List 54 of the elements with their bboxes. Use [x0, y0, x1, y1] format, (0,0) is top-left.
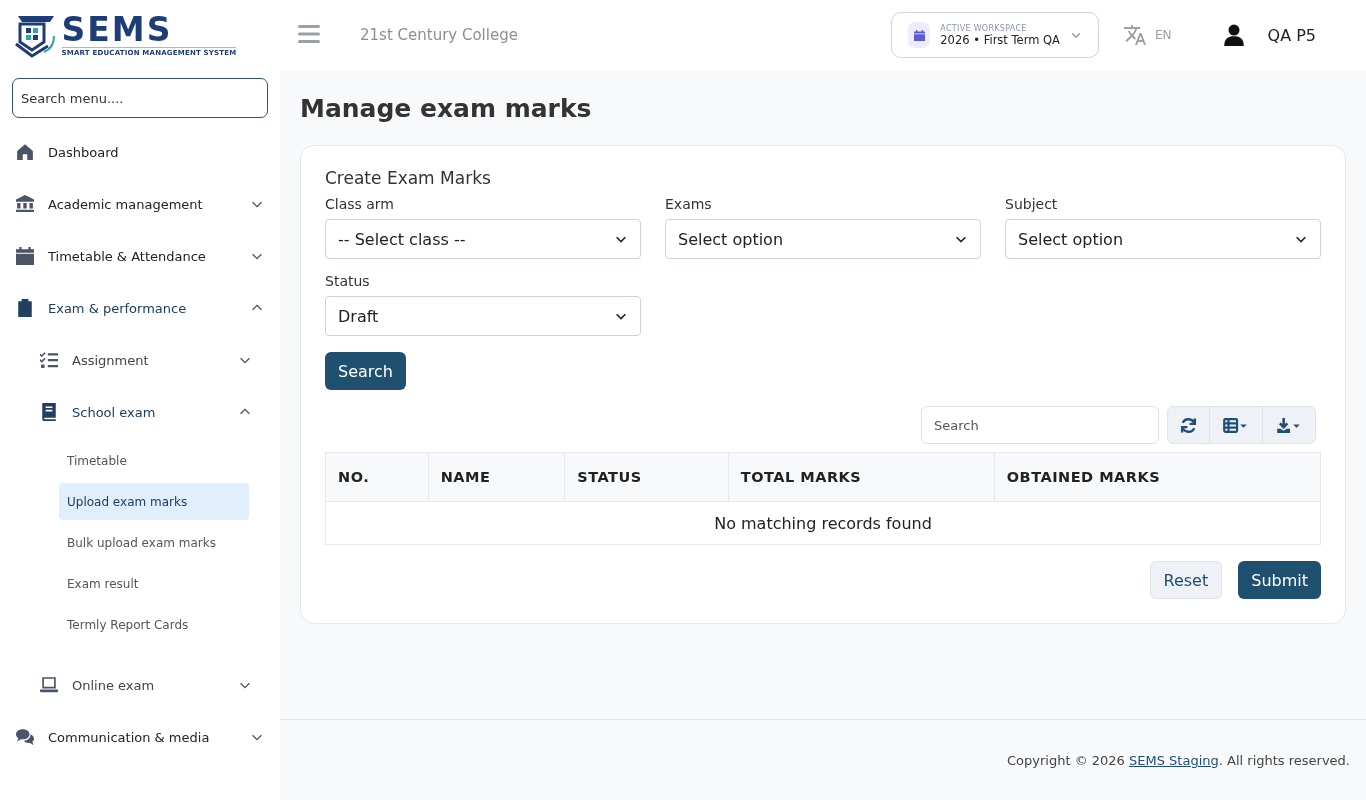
sidebar-item[interactable]: Online exam	[12, 659, 268, 711]
user-menu[interactable]: QA P5	[1223, 24, 1316, 46]
book-icon	[40, 403, 58, 421]
checklist-icon	[40, 351, 58, 369]
menu-search-field[interactable]: Search menu....	[12, 78, 268, 118]
sidebar-item[interactable]: Timetable & Attendance	[12, 230, 268, 282]
sidebar-item[interactable]: Assignment	[12, 334, 268, 386]
calendar-icon	[908, 22, 931, 48]
footer-link[interactable]: SEMS Staging	[1129, 752, 1219, 768]
column-header[interactable]: OBTAINED MARKS	[994, 452, 1321, 502]
sidebar-subitem[interactable]: Upload exam marks	[59, 483, 249, 520]
sidebar-item[interactable]: Academic management	[12, 178, 268, 230]
user-icon	[1223, 24, 1244, 46]
empty-table-message: No matching records found	[325, 501, 1321, 545]
search-button[interactable]: Search	[325, 352, 406, 390]
select-field[interactable]: Select option	[665, 219, 981, 259]
laptop-icon	[40, 676, 58, 694]
column-header[interactable]: STATUS	[564, 452, 729, 502]
table-icon	[1222, 417, 1250, 433]
clipboard-icon	[16, 299, 34, 317]
chat-icon	[16, 728, 34, 746]
page-title: Manage exam marks	[300, 94, 593, 123]
house-icon	[16, 143, 34, 161]
sidebar-subitem[interactable]: Timetable	[59, 442, 249, 479]
field-label: Subject	[1005, 196, 1059, 212]
submit-button[interactable]: Submit	[1238, 561, 1321, 599]
sidebar-item[interactable]: Exam & performance	[12, 282, 268, 334]
select-field[interactable]: Select option	[1005, 219, 1321, 259]
select-field[interactable]: Draft	[325, 296, 641, 336]
field-label: Status	[325, 273, 371, 289]
download-icon	[1275, 417, 1303, 433]
field-label: Exams	[665, 196, 713, 212]
reset-button[interactable]: Reset	[1149, 561, 1223, 599]
select-field[interactable]: -- Select class --	[325, 219, 641, 259]
sidebar-subitem[interactable]: Exam result	[59, 565, 249, 602]
sidebar-item[interactable]: Communication & media	[12, 711, 268, 763]
card-title: Create Exam Marks	[325, 168, 492, 188]
sidebar-subitem[interactable]: Termly Report Cards	[59, 606, 249, 643]
refresh-icon	[1180, 416, 1197, 434]
translate-icon	[1123, 23, 1147, 47]
table-search-field[interactable]: Search	[921, 406, 1159, 444]
field-label: Class arm	[325, 196, 395, 212]
column-header[interactable]: NAME	[428, 452, 565, 502]
school-name: 21st Century College	[360, 26, 518, 44]
bank-icon	[16, 195, 34, 213]
column-header[interactable]: TOTAL MARKS	[728, 452, 995, 502]
sidebar-item[interactable]: School exam	[12, 386, 268, 438]
copyright-text: Copyright © 2026 SEMS Staging. All rights reserved.	[1007, 752, 1350, 768]
calendar-icon	[16, 247, 34, 265]
sidebar-item[interactable]: Dashboard	[12, 126, 268, 178]
logo-wordmark: SEMS	[61, 13, 173, 47]
workspace-selector[interactable]: ACTIVE WORKSPACE 2026 • First Term QA	[891, 12, 1099, 58]
column-header[interactable]: NO.	[325, 452, 429, 502]
sidebar-subitem[interactable]: Bulk upload exam marks	[59, 524, 249, 561]
